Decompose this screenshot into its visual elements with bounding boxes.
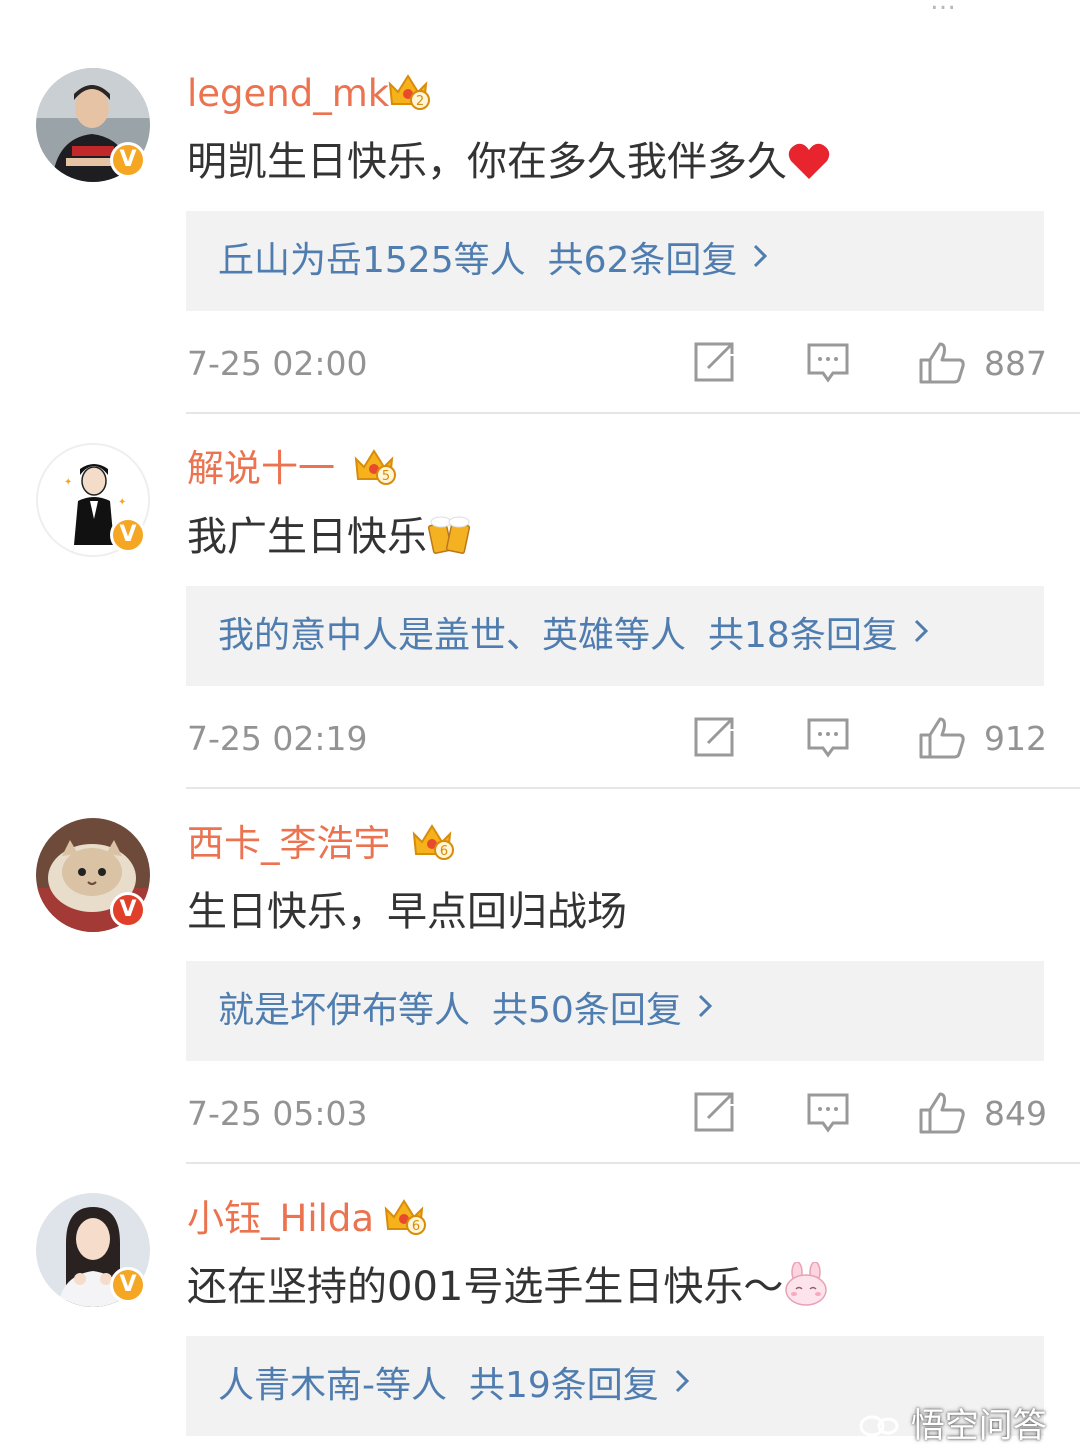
username[interactable]: 解说十一 — [187, 445, 335, 493]
chevron-right-icon — [914, 619, 928, 643]
reply-users[interactable]: 就是坏伊布等人 — [218, 990, 470, 1031]
reply-summary[interactable]: 丘山为岳1525等人 共62条回复 — [186, 211, 1044, 311]
repost-icon[interactable] — [692, 715, 736, 759]
svg-text:2: 2 — [416, 94, 424, 109]
comment-time: 7-25 02:19 — [187, 719, 368, 758]
wukong-logo-icon — [859, 1415, 899, 1437]
reply-summary[interactable]: 我的意中人是盖世、英雄等人 共18条回复 — [186, 586, 1044, 686]
crown-level-icon: 6 — [412, 824, 454, 860]
svg-text:✦: ✦ — [118, 497, 126, 508]
chevron-right-icon — [698, 994, 712, 1018]
avatar[interactable]: V — [36, 818, 150, 932]
reply-users[interactable]: 丘山为岳1525等人 — [218, 240, 526, 281]
avatar[interactable]: ✦ ✦ V — [36, 443, 150, 557]
bunny-emoji-icon — [785, 1262, 828, 1306]
comment-icon[interactable] — [806, 340, 850, 384]
like-count: 849 — [984, 1094, 1047, 1133]
crown-level-icon: 6 — [384, 1199, 426, 1235]
verified-badge-icon: V — [110, 1267, 146, 1303]
crown-level-icon: 2 — [388, 74, 430, 110]
svg-text:✦: ✦ — [64, 477, 72, 488]
divider — [186, 412, 1080, 414]
watermark: 悟空问答 — [858, 1398, 1047, 1447]
like-count: 887 — [984, 344, 1047, 383]
like-icon[interactable] — [918, 1090, 966, 1134]
verified-badge-icon: V — [110, 517, 146, 553]
svg-text:6: 6 — [412, 1219, 420, 1234]
reply-count[interactable]: 共18条回复 — [708, 615, 898, 656]
heart-emoji-icon — [788, 143, 830, 179]
beer-emoji-icon — [427, 516, 471, 554]
comment-text: 明凯生日快乐，你在多久我伴多久 — [187, 136, 831, 188]
like-count: 912 — [984, 719, 1047, 758]
verified-badge-icon: V — [110, 142, 146, 178]
username[interactable]: 西卡_李浩宇 — [187, 820, 391, 868]
crown-level-icon: 5 — [354, 449, 396, 485]
truncated-top-text: … — [930, 0, 956, 16]
comment-icon[interactable] — [806, 715, 850, 759]
comment-text: 生日快乐，早点回归战场 — [187, 889, 627, 935]
divider — [186, 787, 1080, 789]
comment-text: 还在坚持的001号选手生日快乐～ — [187, 1261, 829, 1313]
repost-icon[interactable] — [692, 340, 736, 384]
avatar[interactable]: V — [36, 1193, 150, 1307]
comment-time: 7-25 02:00 — [187, 344, 368, 383]
username[interactable]: 小钰_Hilda — [187, 1195, 374, 1243]
verified-badge-icon: V — [110, 892, 146, 928]
avatar[interactable]: V — [36, 68, 150, 182]
comment-icon[interactable] — [806, 1090, 850, 1134]
reply-count[interactable]: 共62条回复 — [548, 240, 738, 281]
username[interactable]: legend_mk — [187, 70, 389, 118]
svg-text:5: 5 — [382, 469, 390, 484]
svg-text:6: 6 — [440, 844, 448, 859]
comment-text: 我广生日快乐 — [187, 511, 473, 563]
reply-count[interactable]: 共19条回复 — [469, 1365, 659, 1406]
reply-users[interactable]: 人青木南-等人 — [218, 1365, 447, 1406]
reply-users[interactable]: 我的意中人是盖世、英雄等人 — [218, 615, 686, 656]
chevron-right-icon — [754, 244, 768, 268]
comment-time: 7-25 05:03 — [187, 1094, 368, 1133]
like-icon[interactable] — [918, 715, 966, 759]
reply-count[interactable]: 共50条回复 — [492, 990, 682, 1031]
reply-summary[interactable]: 就是坏伊布等人 共50条回复 — [186, 961, 1044, 1061]
repost-icon[interactable] — [692, 1090, 736, 1134]
chevron-right-icon — [675, 1369, 689, 1393]
like-icon[interactable] — [918, 340, 966, 384]
divider — [186, 1162, 1080, 1164]
